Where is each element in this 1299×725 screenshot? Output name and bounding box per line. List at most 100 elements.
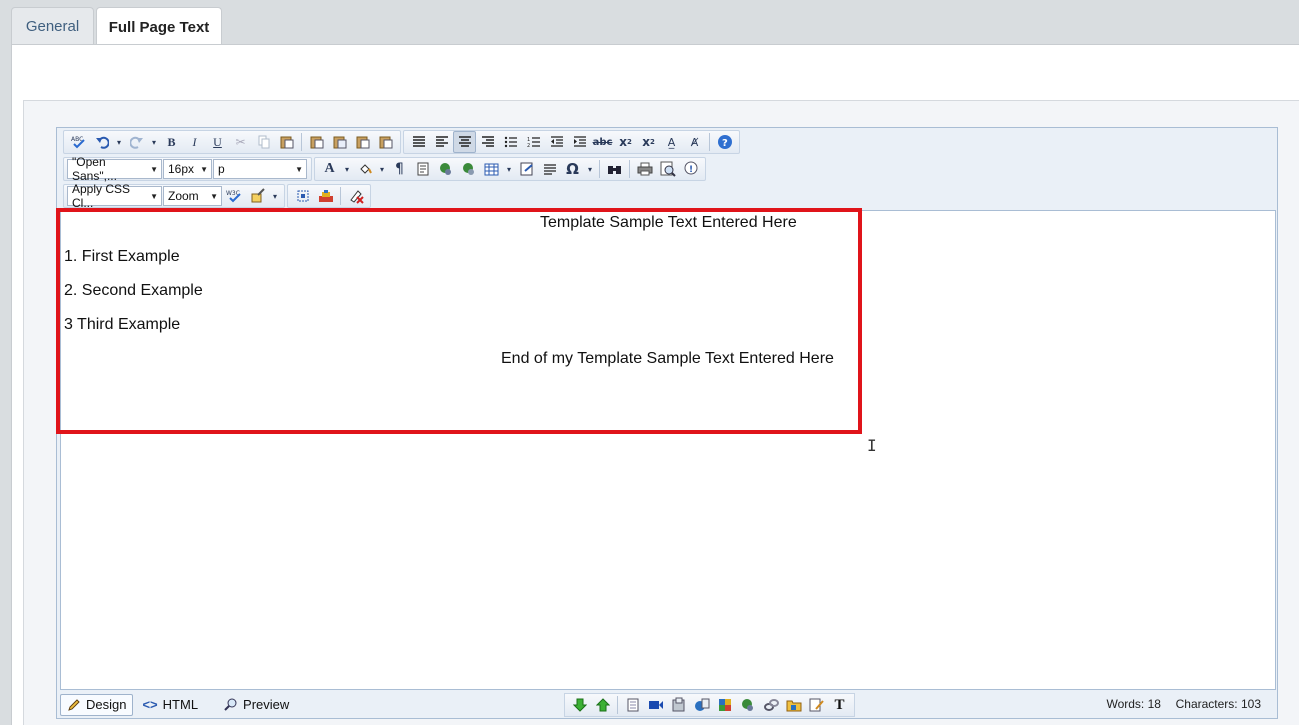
backcolor-icon[interactable] [353, 158, 376, 180]
tab-full-page-text[interactable]: Full Page Text [96, 7, 222, 46]
align-center-icon[interactable] [453, 131, 476, 153]
arrow-down-icon[interactable] [568, 694, 591, 716]
italic-icon[interactable]: I [183, 131, 206, 153]
css-class-select[interactable]: Apply CSS Cl... ▼ [67, 182, 162, 210]
subscript-icon[interactable]: x2 [637, 131, 660, 153]
chevron-down-icon: ▼ [150, 164, 158, 174]
paste-plain-icon[interactable] [374, 131, 397, 153]
page-preview-icon[interactable] [656, 158, 679, 180]
code-icon: <> [142, 697, 158, 712]
toolbar-separator [340, 187, 341, 205]
preview-mode-button[interactable]: Preview [218, 694, 295, 716]
arrow-up-icon[interactable] [591, 694, 614, 716]
paste-icon[interactable] [275, 131, 298, 153]
ucase-icon[interactable]: A̲ [660, 131, 683, 153]
toolbar-separator [709, 133, 710, 151]
forecolor-dropdown-icon[interactable]: ▾ [341, 158, 353, 180]
highlight-box [56, 208, 862, 434]
paragraph-icon[interactable]: ¶ [388, 158, 411, 180]
toolbar-group-css: Apply CSS Cl... ▼ Zoom ▼ W3C ▾ [63, 182, 285, 210]
chevron-down-icon: ▼ [200, 164, 208, 174]
align-left-icon[interactable] [430, 131, 453, 153]
insert-link-icon[interactable] [434, 158, 457, 180]
justify-full-icon[interactable] [407, 131, 430, 153]
find-icon[interactable] [603, 158, 626, 180]
redo-icon[interactable] [125, 131, 148, 153]
indent-icon[interactable] [568, 131, 591, 153]
select-all-icon[interactable] [291, 185, 314, 207]
font-family-select[interactable]: "Open Sans",... ▼ [67, 155, 162, 183]
media-icon[interactable] [690, 694, 713, 716]
toolbar-row-1: ABC ▾ ▾ B I U ✂ 12 abc x 2 x 2 A̲ Ⱥ ? [63, 130, 742, 154]
w3c-validate-icon[interactable]: W3C [223, 185, 246, 207]
special-chars-dropdown-icon[interactable]: ▾ [584, 158, 596, 180]
edit-document-icon[interactable] [805, 694, 828, 716]
flash-icon[interactable] [667, 694, 690, 716]
video-icon[interactable] [644, 694, 667, 716]
lcase-icon[interactable]: Ⱥ [683, 131, 706, 153]
tab-bar: General Full Page Text [0, 0, 1299, 46]
bullet-list-icon[interactable] [499, 131, 522, 153]
rich-text-editor: ABC ▾ ▾ B I U ✂ 12 abc x 2 x 2 A̲ Ⱥ ? "O… [56, 127, 1278, 719]
folder-icon[interactable] [782, 694, 805, 716]
insert-table-icon[interactable] [480, 158, 503, 180]
undo-dropdown-icon[interactable]: ▾ [113, 131, 125, 153]
magnifier-icon [224, 698, 237, 711]
css-class-value: Apply CSS Cl... [72, 182, 131, 210]
forecolor-icon[interactable]: A [318, 158, 341, 180]
paste-word-icon[interactable] [328, 131, 351, 153]
tooltip-icon[interactable]: ! [679, 158, 702, 180]
chevron-down-icon: ▼ [295, 164, 303, 174]
table-dropdown-icon[interactable]: ▾ [503, 158, 515, 180]
cut-icon[interactable]: ✂ [229, 131, 252, 153]
superscript-icon[interactable]: x2 [614, 131, 637, 153]
pencil-icon [68, 698, 80, 711]
strikethrough-icon[interactable]: abc [591, 131, 614, 153]
remove-link-icon[interactable] [457, 158, 480, 180]
tab-general[interactable]: General [11, 7, 94, 45]
copy-icon[interactable] [252, 131, 275, 153]
outdent-icon[interactable] [545, 131, 568, 153]
document-icon[interactable] [621, 694, 644, 716]
font-size-select[interactable]: 16px ▼ [163, 159, 212, 179]
redo-dropdown-icon[interactable]: ▾ [148, 131, 160, 153]
toolbar-separator [629, 160, 630, 178]
font-family-value: "Open Sans",... [72, 155, 117, 183]
svg-text:?: ? [722, 138, 728, 149]
spellcheck-icon[interactable]: ABC [67, 131, 90, 153]
chain-icon[interactable] [759, 694, 782, 716]
image-gallery-icon[interactable] [713, 694, 736, 716]
remove-format-icon[interactable] [344, 185, 367, 207]
help-icon[interactable]: ? [713, 131, 736, 153]
design-mode-button[interactable]: Design [60, 693, 134, 716]
block-format-select[interactable]: p ▼ [213, 159, 307, 179]
text-cursor-icon: I [867, 436, 877, 455]
globe-link-icon[interactable] [736, 694, 759, 716]
document-area[interactable]: Template Sample Text Entered Here 1. Fir… [56, 208, 1276, 690]
text-tool-icon[interactable]: T [828, 694, 851, 716]
html-mode-button[interactable]: <> HTML [136, 694, 204, 716]
preview-mode-label: Preview [243, 697, 290, 712]
insert-form-icon[interactable] [411, 158, 434, 180]
horizontal-rule-icon[interactable] [538, 158, 561, 180]
backcolor-dropdown-icon[interactable]: ▾ [376, 158, 388, 180]
numbered-list-icon[interactable]: 12 [522, 131, 545, 153]
character-count: Characters: 103 [1175, 697, 1261, 711]
template-icon[interactable] [314, 185, 337, 207]
align-right-icon[interactable] [476, 131, 499, 153]
zoom-select[interactable]: Zoom ▼ [163, 186, 222, 206]
paste-text-icon[interactable] [305, 131, 328, 153]
clean-format-icon[interactable] [246, 185, 269, 207]
clean-dropdown-icon[interactable]: ▾ [269, 185, 281, 207]
undo-icon[interactable] [90, 131, 113, 153]
toolbar-separator [599, 160, 600, 178]
paste-html-icon[interactable] [351, 131, 374, 153]
font-size-value: 16px [168, 162, 195, 176]
bold-icon[interactable]: B [160, 131, 183, 153]
underline-icon[interactable]: U [206, 131, 229, 153]
print-icon[interactable] [633, 158, 656, 180]
zoom-value: Zoom [168, 189, 199, 203]
editor-status-bar: Design <> HTML Preview T Words: 18 Chara… [57, 691, 1277, 718]
insert-image-icon[interactable] [515, 158, 538, 180]
special-chars-icon[interactable]: Ω [561, 158, 584, 180]
